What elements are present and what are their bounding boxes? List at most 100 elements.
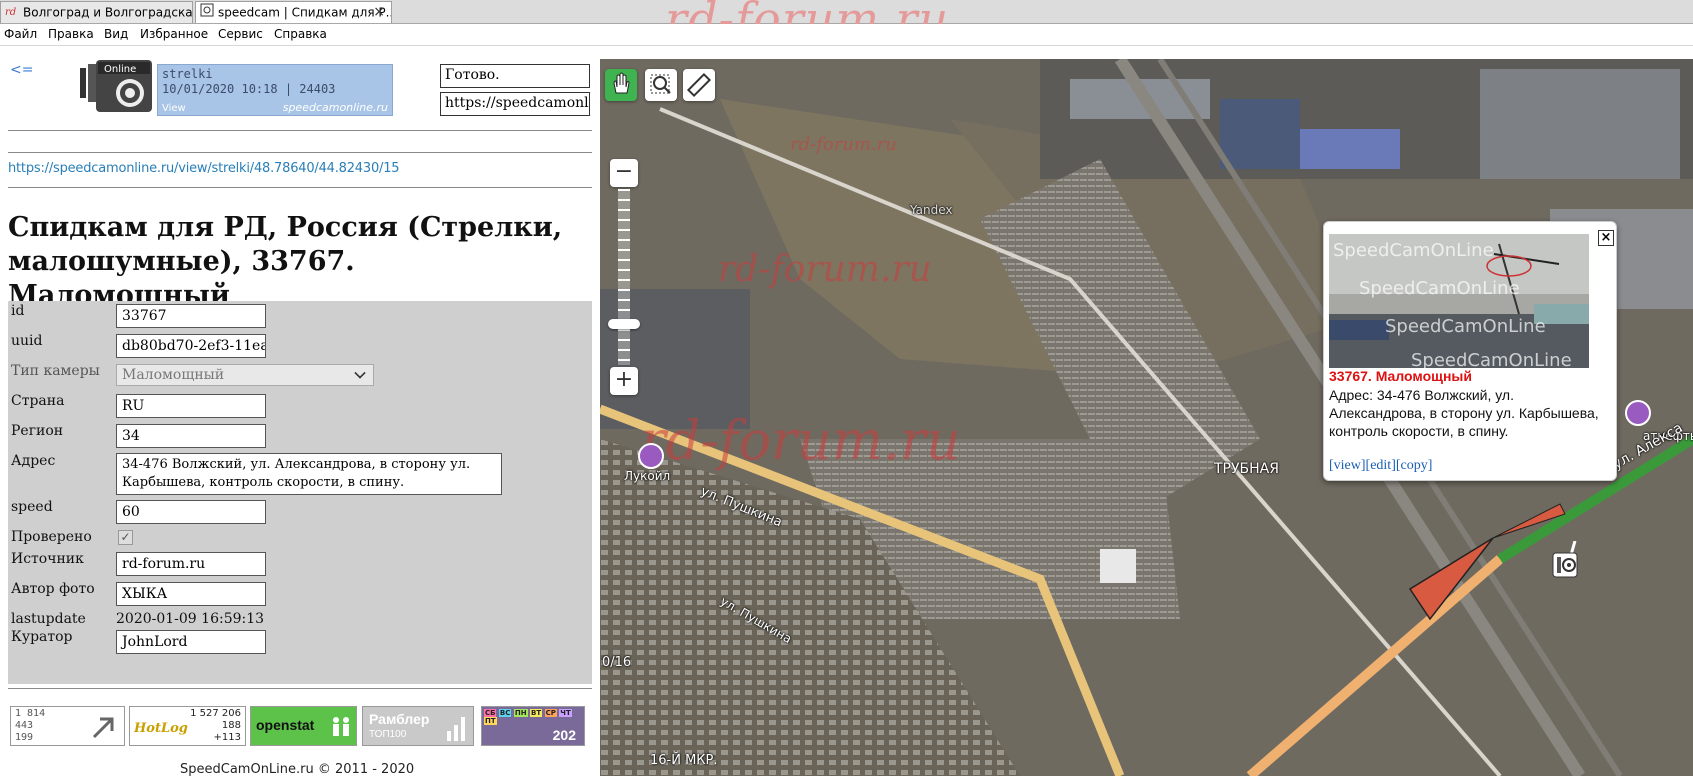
counter-liveinternet[interactable]: 1 814 443 199: [10, 706, 125, 746]
popup-title: 33767. Маломощный: [1329, 368, 1472, 384]
speed-input[interactable]: 60: [116, 500, 266, 524]
bars-icon: [447, 717, 465, 741]
field-label: Тип камеры: [11, 363, 100, 379]
counters-bar: 1 814 443 199 HotLog 1 527 206 188 +113 …: [10, 706, 594, 746]
popup-links[interactable]: [view][edit][copy]: [1329, 458, 1432, 474]
counter-value: +113: [213, 732, 241, 743]
district-label: ТРУБНАЯ: [1214, 461, 1279, 477]
footer-copyright: SpeedCamOnLine.ru © 2011 - 2020: [180, 762, 415, 776]
camera-type-value: Маломощный: [122, 367, 225, 383]
svg-text:rd: rd: [5, 7, 16, 17]
day-label: ПТ: [484, 717, 497, 725]
day-label: ВС: [498, 709, 512, 717]
country-input[interactable]: RU: [116, 394, 266, 418]
id-input[interactable]: 33767: [116, 304, 266, 328]
banner-category: strelki: [162, 67, 213, 81]
back-link[interactable]: <=: [10, 62, 33, 78]
map-watermark: rd-forum.ru: [790, 134, 897, 155]
popup-address: Адрес: 34-476 Волжский, ул. Александрова…: [1329, 387, 1599, 439]
address-textarea[interactable]: 34-476 Волжский, ул. Александрова, в сто…: [116, 453, 502, 495]
close-tab-icon[interactable]: ×: [373, 2, 385, 22]
menu-favorites[interactable]: Избранное: [140, 27, 208, 41]
day-label: СР: [544, 709, 557, 717]
fuel-station-icon[interactable]: [1625, 400, 1651, 426]
speedcam-banner[interactable]: strelki 10/01/2020 10:18 | 24403 View sp…: [157, 64, 393, 116]
field-label: speed: [11, 499, 53, 515]
zoom-area-button[interactable]: [645, 69, 677, 101]
source-input[interactable]: rd-forum.ru: [116, 552, 266, 576]
pan-tool-button[interactable]: [605, 69, 637, 101]
lastupdate-value: 2020-01-09 16:59:13: [116, 611, 265, 627]
left-panel: <= Online strelki 10/01/2020 10:18 | 244…: [0, 46, 600, 776]
menu-edit[interactable]: Правка: [48, 27, 94, 41]
banner-view[interactable]: View: [162, 103, 186, 114]
zoom-in-button[interactable]: +: [610, 367, 638, 395]
calendar-number: 202: [552, 727, 576, 743]
svg-text:SpeedCamOnLine: SpeedCamOnLine: [1333, 240, 1494, 261]
page-title: Спидкам для РД, Россия (Стрелки, малошум…: [8, 212, 563, 311]
tab-volgograd[interactable]: rd Волгоград и Волгоградская о...: [0, 1, 193, 23]
zoom-out-button[interactable]: −: [610, 159, 638, 187]
banner-site: speedcamonline.ru: [282, 101, 388, 114]
counter-value: 199: [15, 732, 34, 743]
tab-bar: rd Волгоград и Волгоградская о... speedca…: [0, 0, 1693, 46]
magnifier-icon: [650, 74, 671, 94]
camera-marker-icon[interactable]: [1545, 541, 1585, 585]
uuid-input[interactable]: db80bd70-2ef3-11ea-b: [116, 334, 266, 358]
curator-input[interactable]: JohnLord: [116, 630, 266, 654]
menu-service[interactable]: Сервис: [218, 27, 263, 41]
counter-rambler[interactable]: Рамблер ТОП100: [362, 706, 474, 746]
page-url-link[interactable]: https://speedcamonline.ru/view/strelki/4…: [8, 161, 400, 176]
openstat-brand: openstat: [256, 717, 315, 733]
close-icon[interactable]: ×: [1598, 230, 1614, 246]
counter-calendar[interactable]: СБ ВС ПН ВТ СР ЧТ ПТ 202: [481, 706, 585, 746]
field-label: lastupdate: [11, 611, 86, 627]
field-label: uuid: [11, 333, 43, 349]
camera-type-select[interactable]: Маломощный: [116, 364, 374, 386]
menu-file[interactable]: Файл: [4, 27, 37, 41]
svg-text:SpeedCamOnLine: SpeedCamOnLine: [1411, 350, 1572, 368]
banner-date: 10/01/2020 10:18 | 24403: [162, 82, 336, 96]
map-number-label: 0/16: [602, 655, 632, 670]
menu-help[interactable]: Справка: [274, 27, 327, 41]
divider: [8, 187, 592, 188]
tab-speedcam[interactable]: speedcam | Спидкам для Р... ×: [195, 1, 392, 23]
tab-label: Волгоград и Волгоградская о...: [23, 5, 193, 20]
url-field[interactable]: https://speedcamonline: [440, 92, 590, 116]
fuel-station-icon[interactable]: [638, 443, 664, 469]
field-label: Проверено: [11, 529, 92, 545]
verified-checkbox[interactable]: ✓: [118, 530, 133, 545]
rambler-brand: Рамблер: [369, 711, 430, 727]
camera-form: id 33767 uuid db80bd70-2ef3-11ea-b Тип к…: [8, 301, 592, 684]
divider: [8, 130, 592, 131]
map-watermark: rd-forum.ru: [718, 249, 932, 290]
people-icon: [333, 717, 349, 736]
menu-bar: Файл Правка Вид Избранное Сервис Справка: [0, 24, 1693, 46]
region-input[interactable]: 34: [116, 424, 266, 448]
field-label: Адрес: [11, 453, 56, 469]
chevron-down-icon: [354, 367, 366, 379]
counter-value: 1 527 206: [190, 708, 241, 719]
counter-value: 443: [15, 720, 34, 731]
svg-text:Online: Online: [104, 64, 136, 75]
camera-favicon: [200, 3, 214, 23]
counter-openstat[interactable]: openstat: [250, 706, 357, 746]
zoom-slider-handle[interactable]: [608, 319, 640, 329]
counter-value: 188: [221, 720, 241, 731]
day-label: ПН: [513, 709, 528, 717]
field-label: id: [11, 303, 25, 319]
status-field[interactable]: Готово.: [440, 64, 590, 88]
camera-photo[interactable]: SpeedCamOnLine SpeedCamOnLine SpeedCamOn…: [1329, 234, 1589, 368]
map-view[interactable]: rd-forum.ru rd-forum.ru rd-forum.ru Yand…: [600, 59, 1693, 776]
field-label: Регион: [11, 423, 64, 439]
yandex-label: Yandex: [910, 203, 953, 217]
speedcamonline-logo[interactable]: Online: [80, 58, 152, 114]
divider: [8, 688, 592, 689]
menu-view[interactable]: Вид: [104, 27, 128, 41]
hotlog-brand: HotLog: [134, 721, 188, 736]
photo-author-input[interactable]: ХЫКА: [116, 582, 266, 606]
counter-hotlog[interactable]: HotLog 1 527 206 188 +113: [129, 706, 246, 746]
ruler-button[interactable]: [683, 69, 715, 101]
day-label: СБ: [484, 709, 497, 717]
zoom-track[interactable]: [618, 189, 630, 365]
